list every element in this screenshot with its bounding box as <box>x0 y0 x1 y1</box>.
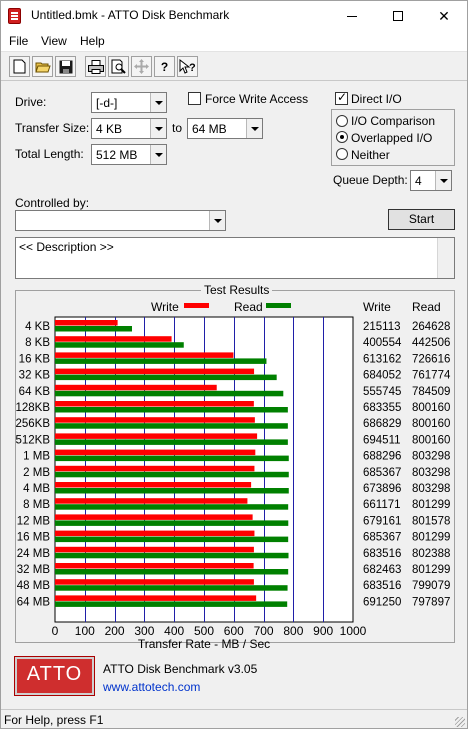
neither-radio[interactable] <box>336 148 348 160</box>
maximize-icon <box>393 11 403 21</box>
close-icon: ✕ <box>438 8 450 24</box>
toolbar: ? ? <box>1 53 467 81</box>
chevron-down-icon <box>246 119 262 138</box>
description-text: << Description >> <box>19 240 114 254</box>
window-title: Untitled.bmk - ATTO Disk Benchmark <box>31 8 230 22</box>
move-button[interactable] <box>131 56 152 77</box>
status-text: For Help, press F1 <box>4 713 104 727</box>
chevron-down-icon <box>150 145 166 164</box>
drive-value: [-d-] <box>96 96 118 110</box>
minimize-button[interactable] <box>329 1 375 31</box>
chevron-down-icon <box>435 171 451 190</box>
menu-help[interactable]: Help <box>80 34 105 48</box>
total-length-value: 512 MB <box>96 148 138 162</box>
overlapped-io-radio[interactable] <box>336 131 348 143</box>
print-preview-icon <box>111 59 126 74</box>
force-write-label: Force Write Access <box>205 92 309 106</box>
print-button[interactable] <box>85 56 106 77</box>
atto-logo: ATTO <box>14 656 95 696</box>
new-button[interactable] <box>9 56 30 77</box>
total-length-select[interactable]: 512 MB <box>91 144 167 165</box>
test-results-title: Test Results <box>201 283 273 297</box>
queue-depth-label: Queue Depth: <box>333 173 408 187</box>
queue-depth-select[interactable]: 4 <box>410 170 452 191</box>
io-comparison-radio[interactable] <box>336 115 348 127</box>
maximize-button[interactable] <box>375 1 421 31</box>
chevron-down-icon <box>209 211 225 230</box>
app-icon <box>8 8 21 24</box>
app-window: Untitled.bmk - ATTO Disk Benchmark ✕ Fil… <box>0 0 468 729</box>
overlapped-io-label: Overlapped I/O <box>351 131 433 145</box>
print-preview-button[interactable] <box>108 56 129 77</box>
status-bar: For Help, press F1 <box>1 709 467 729</box>
save-button[interactable] <box>55 56 76 77</box>
chevron-down-icon <box>150 119 166 138</box>
open-icon <box>34 62 51 72</box>
transfer-size-from-value: 4 KB <box>96 122 123 136</box>
direct-io-label: Direct I/O <box>351 92 402 106</box>
website-link[interactable]: www.attotech.com <box>103 680 200 694</box>
minimize-icon <box>347 16 357 17</box>
menu-bar: File View Help <box>1 31 467 52</box>
neither-label: Neither <box>351 148 390 162</box>
force-write-checkbox[interactable] <box>188 92 201 105</box>
open-button[interactable] <box>32 56 53 77</box>
controlled-by-label: Controlled by: <box>15 196 90 210</box>
transfer-size-label: Transfer Size: <box>15 121 90 135</box>
drive-label: Drive: <box>15 95 47 109</box>
resize-grip-icon[interactable] <box>455 717 465 727</box>
new-icon <box>13 59 26 74</box>
io-comparison-label: I/O Comparison <box>351 114 436 128</box>
move-icon <box>134 59 149 74</box>
save-icon <box>59 60 72 73</box>
help-icon: ? <box>160 59 169 74</box>
total-length-label: Total Length: <box>15 147 84 161</box>
close-button[interactable]: ✕ <box>421 1 467 31</box>
chevron-down-icon <box>150 93 166 112</box>
help-button[interactable]: ? <box>154 56 175 77</box>
title-bar: Untitled.bmk - ATTO Disk Benchmark ✕ <box>1 1 467 31</box>
transfer-size-from-select[interactable]: 4 KB <box>91 118 167 139</box>
transfer-size-to-label: to <box>172 121 183 135</box>
direct-io-checkbox[interactable] <box>335 90 348 105</box>
description-scrollbar[interactable] <box>437 238 454 278</box>
drive-select[interactable]: [-d-] <box>91 92 167 113</box>
print-icon <box>87 59 104 74</box>
context-help-icon: ? <box>179 59 196 74</box>
svg-text:?: ? <box>189 62 196 74</box>
start-button[interactable]: Start <box>388 209 455 230</box>
controlled-by-select[interactable] <box>15 210 226 231</box>
transfer-size-to-value: 64 MB <box>192 122 227 136</box>
app-version: ATTO Disk Benchmark v3.05 <box>103 662 258 676</box>
test-results-group <box>15 290 455 643</box>
queue-depth-value: 4 <box>415 174 422 188</box>
menu-view[interactable]: View <box>41 34 67 48</box>
menu-file[interactable]: File <box>9 34 28 48</box>
transfer-size-to-select[interactable]: 64 MB <box>187 118 263 139</box>
context-help-button[interactable]: ? <box>177 56 198 77</box>
description-box[interactable]: << Description >> <box>15 237 455 279</box>
atto-logo-text: ATTO <box>26 663 83 685</box>
